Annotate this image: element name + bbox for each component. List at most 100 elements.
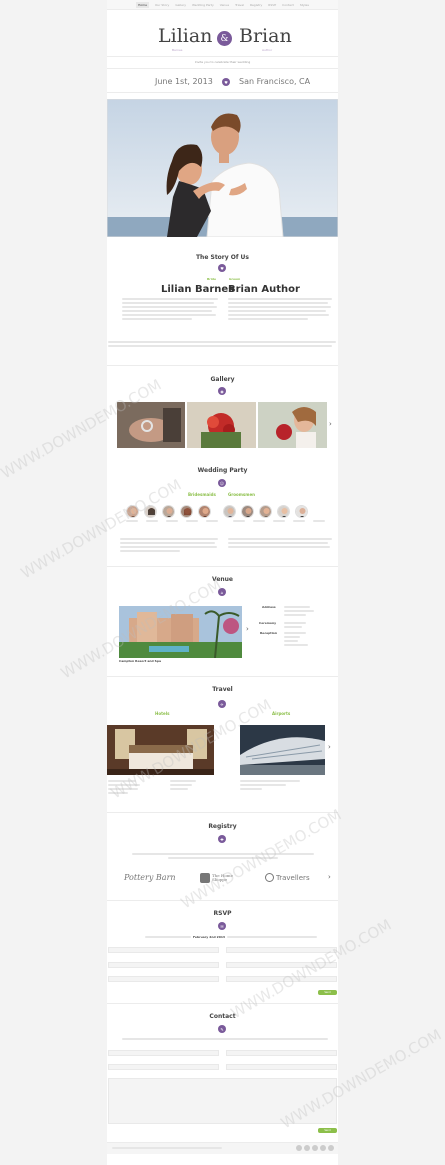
nav-item-our-story[interactable]: Our Story [155, 3, 169, 7]
address-label: Address [262, 605, 276, 609]
contact-subject-field[interactable] [226, 1064, 337, 1070]
footer-copyright [112, 1147, 222, 1149]
gallery-photo-bride[interactable] [258, 402, 327, 448]
contact-message-field[interactable] [108, 1078, 337, 1124]
rsvp-phone-field[interactable] [226, 962, 337, 968]
contact-name-field[interactable] [108, 1050, 219, 1056]
ceremony-label: Ceremony [259, 621, 277, 625]
divider [107, 68, 338, 69]
contact-send-button[interactable]: Send [318, 1128, 337, 1133]
gallery-next-arrow[interactable]: › [329, 420, 332, 428]
nav-item-gallery[interactable]: Gallery [175, 3, 186, 7]
ampersand-badge: & [217, 31, 232, 46]
registry-next-arrow[interactable]: › [328, 873, 331, 881]
twitter-icon[interactable] [304, 1145, 310, 1151]
avatar[interactable] [241, 505, 254, 518]
nav-item-contact[interactable]: Contact [282, 3, 294, 7]
registry-logo-pottery-barn[interactable]: Pottery Barn [124, 873, 176, 882]
rsvp-deadline: February 2nd 2013 [193, 935, 225, 939]
nav-item-wedding-party[interactable]: Wedding Party [192, 3, 214, 7]
airports-label: Airports [272, 711, 291, 716]
rsvp-title: RSVP [213, 910, 232, 917]
plane-icon: ✈ [218, 700, 226, 708]
avatar[interactable] [126, 505, 139, 518]
house-icon [200, 873, 210, 883]
groom-tag: Groom [229, 277, 241, 281]
groomsmen-text [228, 538, 332, 548]
gift-icon: ✚ [218, 835, 226, 843]
ceremony-value [284, 622, 306, 628]
avatar[interactable] [295, 505, 308, 518]
address-value [284, 606, 314, 616]
avatar[interactable] [259, 505, 272, 518]
gallery-title: Gallery [210, 376, 235, 383]
bride-tag: Bride [207, 277, 216, 281]
avatar[interactable] [198, 505, 211, 518]
nav-item-venue[interactable]: Venue [220, 3, 229, 7]
rsvp-send-button[interactable]: Send [318, 990, 337, 995]
google-plus-icon[interactable] [312, 1145, 318, 1151]
registry-title: Registry [208, 823, 237, 830]
rsvp-meal-select[interactable] [226, 976, 337, 982]
avatar[interactable] [144, 505, 157, 518]
hotels-label: Hotels [155, 711, 170, 716]
registry-logo-label: The Home Shoppe [212, 873, 233, 882]
rss-icon[interactable] [328, 1145, 334, 1151]
rsvp-attending-select[interactable] [108, 976, 219, 982]
people-icon: ☺ [218, 479, 226, 487]
travel-next-arrow[interactable]: › [328, 743, 331, 751]
top-nav: Home Our Story Gallery Wedding Party Ven… [107, 0, 338, 10]
venue-caption: Campton Resort and Spa [119, 659, 162, 663]
social-icons [296, 1145, 334, 1151]
gallery-photo-bouquet[interactable] [187, 402, 256, 448]
nav-item-styles[interactable]: Styles [300, 3, 309, 7]
wedding-date: June 1st, 2013 [155, 77, 213, 86]
contact-email-field[interactable] [226, 1050, 337, 1056]
nav-item-rsvp[interactable]: RSVP [268, 3, 276, 7]
groom-first-name: Brian [239, 25, 292, 47]
airport-photo[interactable] [240, 725, 325, 775]
rsvp-email-field[interactable] [226, 947, 337, 953]
facebook-icon[interactable] [296, 1145, 302, 1151]
contact-text [122, 1038, 328, 1040]
story-summary-text [108, 341, 336, 347]
nav-item-travel[interactable]: Travel [235, 3, 244, 7]
groom-full-name: Brian Author [228, 284, 300, 295]
hero-couple-photo [107, 99, 338, 237]
travel-title: Travel [212, 686, 233, 693]
rsvp-guests-field[interactable] [108, 962, 219, 968]
bride-first-name: Lilian [158, 25, 213, 47]
contact-title: Contact [209, 1013, 236, 1020]
nav-item-registry[interactable]: Registry [250, 3, 262, 7]
hotel-photo[interactable] [107, 725, 214, 775]
avatar[interactable] [223, 505, 236, 518]
divider [107, 56, 338, 57]
venue-title: Venue [212, 576, 233, 583]
avatar[interactable] [180, 505, 193, 518]
party-avatars [126, 505, 308, 518]
hotel-1-details [108, 780, 140, 794]
bride-subtitle: Barnes [172, 48, 183, 52]
reception-label: Reception [260, 631, 277, 635]
groom-subtitle: Author [262, 48, 273, 52]
venue-next-arrow[interactable]: › [246, 625, 249, 633]
story-title: The Story Of Us [195, 254, 250, 261]
venue-photo[interactable] [119, 606, 242, 658]
pinterest-icon[interactable] [320, 1145, 326, 1151]
airport-details [240, 780, 300, 790]
divider [107, 92, 338, 93]
bridesmaids-label: Bridesmaids [188, 492, 216, 497]
registry-logo-travellers[interactable]: Travellers [265, 873, 310, 882]
avatar[interactable] [162, 505, 175, 518]
invite-text: Invite you to celebrate their wedding [194, 60, 251, 64]
compass-icon [265, 873, 274, 882]
bride-story-text [122, 298, 218, 320]
divider [107, 676, 338, 677]
chat-icon: ✎ [218, 1025, 226, 1033]
gallery-photo-rings[interactable] [117, 402, 185, 448]
avatar[interactable] [277, 505, 290, 518]
nav-item-home[interactable]: Home [136, 1, 149, 8]
contact-phone-field[interactable] [108, 1064, 219, 1070]
registry-logo-home-shoppe[interactable]: The Home Shoppe [200, 873, 236, 883]
rsvp-name-field[interactable] [108, 947, 219, 953]
